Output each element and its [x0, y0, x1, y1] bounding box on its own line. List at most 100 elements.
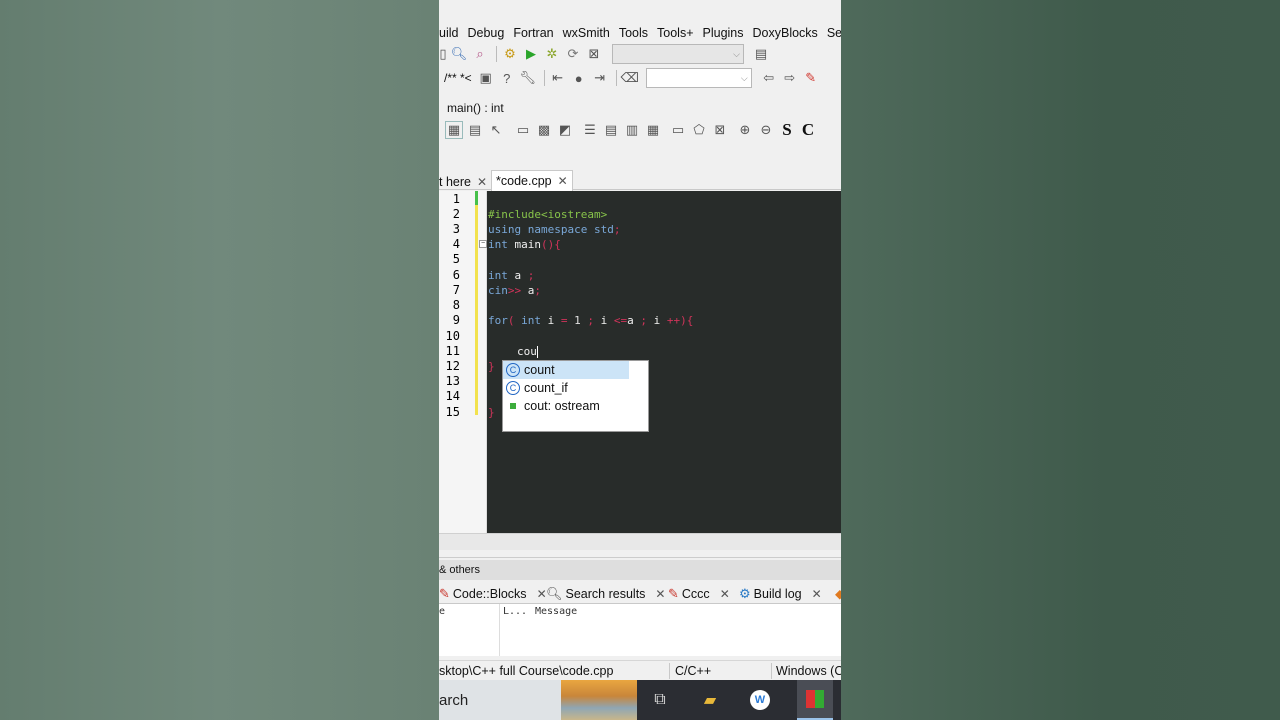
task-view-icon[interactable]: ⧉	[649, 690, 671, 710]
autocomplete-popup: C count C count_if cout: ostream	[502, 360, 649, 432]
line-number: 13	[445, 374, 460, 388]
line-number: 8	[452, 298, 460, 312]
code-line-close-main: }	[488, 406, 495, 419]
close-icon[interactable]: ✕	[477, 175, 487, 189]
tab-overflow[interactable]: ◆	[835, 584, 841, 604]
tab-build-log[interactable]: ⚙ Build log ✕	[739, 584, 822, 604]
tab-code-cpp[interactable]: *code.cpp ✕	[491, 170, 573, 191]
fill-icon[interactable]: ▦	[644, 121, 662, 139]
column-header-file[interactable]: e	[439, 606, 445, 617]
tab-codeblocks-log[interactable]: ✎ Code::Blocks ✕	[439, 584, 547, 604]
align-middle-icon[interactable]: ▤	[602, 121, 620, 139]
column-header-message[interactable]: Message	[535, 606, 577, 617]
line-number: 15	[445, 405, 460, 419]
tab-start-here[interactable]: t here ✕	[439, 172, 491, 192]
menu-build[interactable]: uild	[439, 24, 461, 42]
back-arrow-icon[interactable]: ⇦	[760, 69, 778, 87]
autocomplete-item[interactable]: C count_if	[503, 379, 648, 397]
codeblocks-taskbar-icon[interactable]	[797, 680, 833, 720]
close-icon[interactable]: ✕	[558, 174, 568, 188]
rectangle-icon[interactable]: ▭	[514, 121, 532, 139]
menu-settings[interactable]: Settin	[827, 24, 841, 42]
build-target-combo[interactable]: ⌵	[612, 44, 744, 64]
tab-search-results[interactable]: 🔍︎ Search results ✕	[546, 584, 665, 604]
browser-icon[interactable]: W	[750, 690, 770, 710]
column-header-line[interactable]: L...	[503, 606, 527, 617]
s-button[interactable]: S	[778, 120, 796, 139]
prev-bookmark-icon[interactable]: ⇤	[549, 69, 567, 87]
grid-icon[interactable]: ▩	[535, 121, 553, 139]
replace-icon[interactable]: ⌕	[471, 45, 489, 63]
menu-fortran[interactable]: Fortran	[513, 24, 556, 42]
variable-icon	[510, 403, 516, 409]
menu-debug[interactable]: Debug	[467, 24, 507, 42]
rebuild-icon[interactable]: ⟳	[564, 45, 582, 63]
line-number-gutter: 1 2 3 4 5 6 7 8 9 10 11 12 13 14 15 −	[439, 191, 487, 533]
properties-icon[interactable]: ▤	[466, 121, 484, 139]
taskbar-search[interactable]: arch	[439, 692, 468, 709]
menu-wxsmith[interactable]: wxSmith	[563, 24, 613, 42]
tab-cccc[interactable]: ✎ Cccc ✕	[668, 584, 730, 604]
build-gear-icon[interactable]: ⚙	[501, 45, 519, 63]
line-number: 12	[445, 359, 460, 373]
line-number: 6	[452, 268, 460, 282]
log-tabs: ✎ Code::Blocks ✕ 🔍︎ Search results ✕ ✎ Cccc ✕ …	[439, 582, 841, 604]
target-options-icon[interactable]: ▤	[752, 45, 770, 63]
status-eol: Windows (C	[776, 664, 841, 678]
preview-icon[interactable]: ▦	[445, 121, 463, 139]
highlight-icon[interactable]: ✎	[802, 69, 820, 87]
help-icon[interactable]: ?	[498, 69, 516, 87]
zoom-out-icon[interactable]: ⊖	[757, 121, 775, 139]
line-number: 5	[452, 252, 460, 266]
fold-toggle-icon[interactable]: −	[479, 240, 487, 248]
menu-tools-plus[interactable]: Tools+	[657, 24, 696, 42]
scope-function-label[interactable]: main() : int	[447, 101, 504, 115]
menu-doxyblocks[interactable]: DoxyBlocks	[753, 24, 821, 42]
log-list[interactable]: e L... Message	[439, 604, 841, 656]
code-line-using: using namespace std;	[488, 223, 621, 236]
tag-icon[interactable]: ⬠	[690, 121, 708, 139]
horizontal-scrollbar[interactable]	[439, 533, 841, 550]
file-explorer-icon[interactable]: ▰	[699, 690, 721, 710]
autocomplete-item[interactable]: C count	[503, 361, 629, 379]
video-letterbox-right	[841, 0, 1280, 720]
wrench-icon[interactable]: 🔧︎	[519, 69, 537, 87]
frame-icon[interactable]: ▭	[669, 121, 687, 139]
find-icon[interactable]: 🔍︎	[450, 45, 468, 63]
menu-plugins[interactable]: Plugins	[703, 24, 747, 42]
clear-icon[interactable]: ⌫	[621, 69, 639, 87]
toggle-bookmark-icon[interactable]: ●	[570, 69, 588, 87]
zoom-in-icon[interactable]: ⊕	[736, 121, 754, 139]
close-icon[interactable]: ✕	[720, 584, 730, 604]
codeblocks-icon: ✎	[439, 586, 450, 601]
code-line-include: #include<iostream>	[488, 208, 608, 221]
abort-icon[interactable]: ⊠	[585, 45, 603, 63]
toolbar-edge-icon[interactable]: ▯	[439, 45, 447, 63]
codeblocks-window: uild Debug Fortran wxSmith Tools Tools+ …	[439, 0, 841, 720]
clear-box-icon[interactable]: ⊠	[711, 121, 729, 139]
run-icon[interactable]: ▶	[522, 45, 540, 63]
pointer-icon[interactable]: ↖	[487, 121, 505, 139]
align-bottom-icon[interactable]: ▥	[623, 121, 641, 139]
line-number: 3	[452, 222, 460, 236]
c-button[interactable]: C	[799, 120, 817, 139]
autocomplete-item[interactable]: cout: ostream	[503, 397, 648, 415]
close-icon[interactable]: ✕	[812, 584, 822, 604]
align-top-icon[interactable]: ☰	[581, 121, 599, 139]
build-and-run-icon[interactable]: ✲	[543, 45, 561, 63]
line-number: 14	[445, 389, 460, 403]
line-number: 11	[445, 344, 460, 358]
menu-bar: uild Debug Fortran wxSmith Tools Tools+ …	[439, 24, 841, 42]
status-language: C/C++	[675, 664, 712, 678]
menu-tools[interactable]: Tools	[619, 24, 651, 42]
comment-button[interactable]: /** *<	[444, 71, 472, 85]
code-line-typing: cou	[517, 345, 538, 358]
close-icon[interactable]: ✕	[655, 584, 665, 604]
forward-arrow-icon[interactable]: ⇨	[781, 69, 799, 87]
next-bookmark-icon[interactable]: ⇥	[591, 69, 609, 87]
panel-splitter[interactable]	[439, 550, 841, 558]
insert-icon[interactable]: ▣	[477, 69, 495, 87]
diagonal-grid-icon[interactable]: ◩	[556, 121, 574, 139]
windows-taskbar: arch ⧉ ▰ W	[439, 680, 841, 720]
search-combo[interactable]: ⌵	[645, 68, 752, 88]
